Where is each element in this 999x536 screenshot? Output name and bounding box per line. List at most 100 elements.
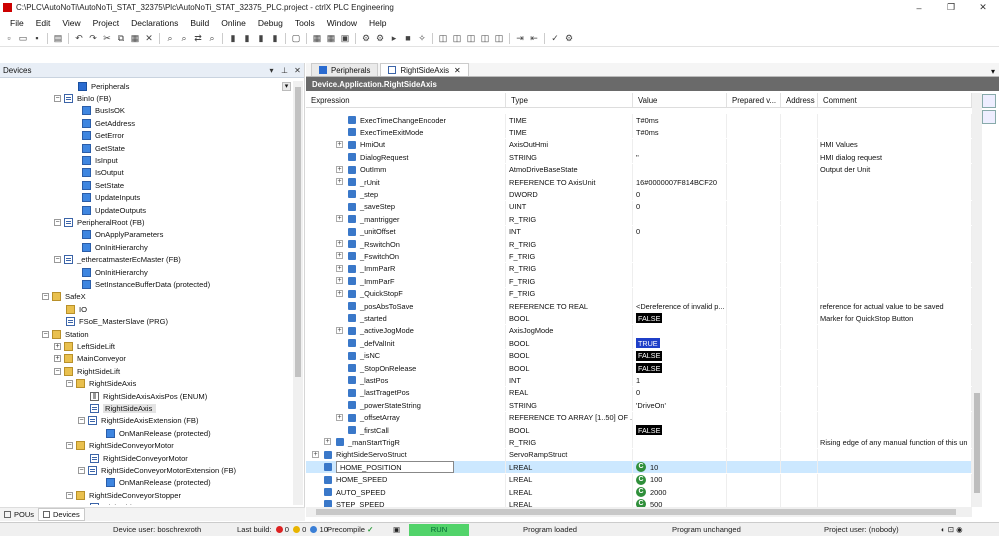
prepared-value-cell[interactable] [727,337,781,350]
table-row[interactable]: + RightSideServoStruct ServoRampStruct [306,448,972,461]
table-row[interactable]: HOME_SPEED LREAL C 100 [306,473,972,486]
value-cell[interactable] [633,163,727,176]
expand-icon[interactable]: + [312,450,319,458]
value-cell[interactable]: C 500 [633,498,727,507]
menu-debug[interactable]: Debug [252,18,289,28]
value-cell[interactable]: FALSE [633,362,727,374]
tree-node[interactable]: − PeripheralRoot (FB) [0,216,293,228]
value-cell[interactable]: T#0ms [633,114,727,126]
status-tools-icon[interactable]: ◐ ⊡ ◉ [941,525,963,534]
precompile[interactable]: Precompile ✓ [327,525,373,534]
expand-icon[interactable]: + [336,165,343,173]
prepared-value-cell[interactable] [727,151,781,164]
tree-node[interactable]: − RightSideConveyorMotorExtension (FB) [0,464,293,476]
copy-icon[interactable]: ⧉ [115,32,127,44]
value-cell[interactable] [633,262,727,275]
value-cell[interactable]: 0 [633,200,727,213]
value-cell[interactable] [633,275,727,288]
table-row[interactable]: _powerStateString STRING 'DriveOn' [306,399,972,412]
prepared-value-cell[interactable] [727,324,781,337]
replace-icon[interactable]: ⇄ [192,32,204,44]
menu-help[interactable]: Help [363,18,392,28]
expand-icon[interactable]: + [336,178,343,185]
prepared-value-cell[interactable] [727,163,781,176]
step-over-icon[interactable]: ◫ [451,32,463,44]
prepared-value-cell[interactable] [727,138,781,151]
tree-node[interactable]: RightSideConveyorStopper [0,502,293,505]
tree-node[interactable]: − RightSideConveyorStopper [0,489,293,501]
table-row[interactable]: STEP_SPEED LREAL C 500 [306,498,972,507]
prepared-value-cell[interactable] [727,250,781,263]
collapse-icon[interactable]: − [78,466,85,474]
expand-icon[interactable]: + [336,215,343,223]
collapse-icon[interactable]: − [42,330,49,338]
logout-icon[interactable]: ⚙ [374,32,386,44]
value-cell[interactable] [633,250,727,263]
prepared-value-cell[interactable] [727,275,781,288]
expand-icon[interactable]: + [336,289,343,297]
tree-node[interactable]: − BinIo (FB) [0,92,293,104]
expand-icon[interactable]: + [336,326,343,334]
table-row[interactable]: _isNC BOOL FALSE [306,349,972,362]
tree-node[interactable]: BusIsOK [0,105,293,117]
col-comment[interactable]: Comment [818,93,972,107]
prepared-value-cell[interactable] [727,225,781,238]
step-into-icon[interactable]: ◫ [465,32,477,44]
close-panel-icon[interactable]: ✕ [291,66,304,75]
close-button[interactable]: ✕ [967,2,999,13]
tree-node[interactable]: GetError [0,130,293,142]
tab-devices[interactable]: Devices [38,508,85,521]
prepared-value-cell[interactable] [727,374,781,387]
tree-node[interactable]: IsOutput [0,167,293,179]
value-cell[interactable]: '' [633,151,727,164]
value-cell[interactable]: 0 [633,188,727,201]
prepared-value-cell[interactable] [727,448,781,461]
prepared-value-cell[interactable] [727,486,781,498]
grid-vertical-scrollbar[interactable] [972,93,982,507]
table-row[interactable]: + _ImmParR R_TRIG [306,262,972,275]
tree-node[interactable]: OnManRelease (protected) [0,427,293,439]
collapse-icon[interactable]: − [42,293,49,301]
check-icon[interactable]: ✓ [549,32,561,44]
prepared-value-cell[interactable] [727,176,781,188]
table-row[interactable]: + _ImmParF F_TRIG [306,275,972,288]
menu-project[interactable]: Project [87,18,125,28]
value-cell[interactable] [633,287,727,300]
value-cell[interactable]: C 2000 [633,486,727,498]
tree-node[interactable]: − RightSideAxisExtension (FB) [0,415,293,427]
build-icon[interactable]: ▦ [311,32,323,44]
menu-edit[interactable]: Edit [30,18,57,28]
table-row[interactable]: + HmiOut AxisOutHmi HMI Values [306,138,972,151]
menu-view[interactable]: View [56,18,86,28]
prepared-value-cell[interactable] [727,362,781,374]
undo-icon[interactable]: ↶ [73,32,85,44]
table-row[interactable]: _unitOffset INT 0 [306,225,972,238]
prepared-value-cell[interactable] [727,300,781,312]
table-row[interactable]: _lastPos INT 1 [306,374,972,387]
collapse-icon[interactable]: − [66,380,73,388]
paste-icon[interactable]: ▦ [129,32,141,44]
tree-node[interactable]: IsInput [0,154,293,166]
collapse-icon[interactable]: − [54,367,61,375]
tree-node[interactable]: RightSideConveyorMotor [0,452,293,464]
tree-node[interactable]: − _ethercatmasterEcMaster (FB) [0,254,293,266]
expand-icon[interactable]: + [324,438,331,446]
tree-node[interactable]: FSoE_MasterSlave (PRG) [0,316,293,328]
window-icon[interactable]: ▢ [290,32,302,44]
find-all-icon[interactable]: ⌕ [206,32,218,44]
tree-node[interactable]: RightSideAxis [0,402,293,414]
prepared-value-cell[interactable] [727,114,781,126]
value-cell[interactable] [633,138,727,151]
table-row[interactable]: + _FswitchOn F_TRIG [306,250,972,263]
run-to-cursor-icon[interactable]: ◫ [493,32,505,44]
stop-icon[interactable]: ■ [402,32,414,44]
find-next-icon[interactable]: ⌕ [178,32,190,44]
find-icon[interactable]: ⌕ [164,32,176,44]
rebuild-icon[interactable]: ▦ [325,32,337,44]
tree-node[interactable]: GetState [0,142,293,154]
expand-icon[interactable]: + [336,413,343,421]
table-row[interactable]: ExecTimeExitMode TIME T#0ms [306,126,972,139]
collapse-icon[interactable]: − [54,218,61,226]
tree-node[interactable]: SetState [0,179,293,191]
table-row[interactable]: DialogRequest STRING '' HMI dialog request [306,151,972,164]
